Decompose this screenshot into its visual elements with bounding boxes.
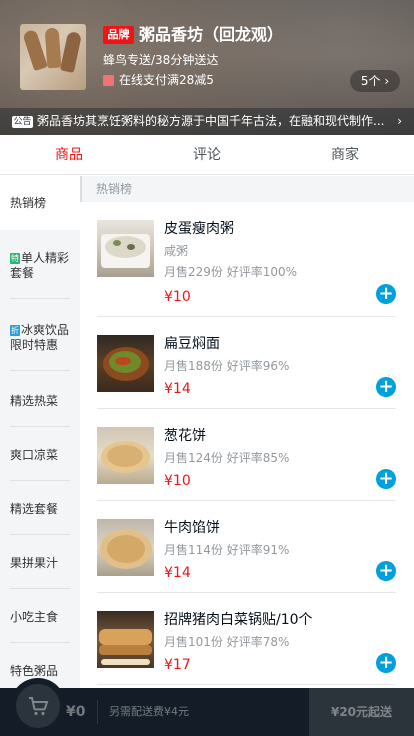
category-menu: 热销榜 特单人精彩套餐 折冰爽饮品限时特惠 精选热菜 爽口凉菜 精选套餐 果拼果…: [0, 176, 80, 697]
notice-badge: 公告: [12, 115, 33, 128]
seller-avatar: [20, 24, 86, 90]
tab-seller[interactable]: 商家: [276, 135, 414, 174]
food-item[interactable]: 招牌猪肉白菜锅贴/10个 月售101份 好评率78% ¥17 +: [97, 593, 396, 685]
food-image: [97, 335, 154, 392]
food-image: [97, 611, 154, 668]
add-to-cart-button[interactable]: +: [376, 377, 396, 397]
checkout-button[interactable]: ¥20元起送: [309, 688, 414, 736]
section-title: 热销榜: [80, 176, 414, 202]
shop-cart-bar[interactable]: ¥0 另需配送费¥4元 ¥20元起送: [0, 678, 414, 736]
add-to-cart-button[interactable]: +: [376, 284, 396, 304]
food-image: [97, 220, 154, 277]
food-name: 招牌猪肉白菜锅贴/10个: [164, 612, 313, 628]
menu-item-hot[interactable]: 热销榜: [0, 176, 80, 230]
menu-item-label: 精选套餐: [10, 484, 70, 535]
food-price: ¥17: [164, 657, 191, 673]
food-item[interactable]: 牛肉馅饼 月售114份 好评率91% ¥14 +: [97, 501, 396, 593]
delivery-info: 蜂鸟专送/38分钟送达: [103, 53, 219, 67]
menu-item-snacks[interactable]: 小吃主食: [0, 590, 80, 644]
food-price: ¥10: [164, 473, 191, 489]
food-sales: 月售124份 好评率85%: [164, 451, 290, 465]
food-image: [97, 427, 154, 484]
discount-icon: 折: [10, 325, 20, 336]
menu-item-label: 果拼果汁: [10, 538, 70, 589]
cart-total-price: ¥0: [66, 700, 99, 724]
special-icon: 特: [10, 253, 20, 264]
food-sales: 月售188份 好评率96%: [164, 359, 290, 373]
menu-item-label: 折冰爽饮品限时特惠: [10, 305, 70, 371]
menu-item-label: 特单人精彩套餐: [10, 233, 70, 299]
food-name: 皮蛋瘦肉粥: [164, 221, 234, 237]
food-item[interactable]: 皮蛋瘦肉粥 咸粥 月售229份 好评率100% ¥10 +: [97, 202, 396, 317]
store-name: 粥品香坊（回龙观）: [139, 25, 284, 44]
food-sales: 月售114份 好评率91%: [164, 543, 290, 557]
cart-icon[interactable]: [16, 684, 60, 728]
tab-ratings[interactable]: 评论: [138, 135, 276, 174]
cart-logo-wrapper[interactable]: [10, 678, 66, 734]
notice-bar[interactable]: 公告 粥品香坊其烹饪粥料的秘方源于中国千年古法，在融和现代制作... ›: [0, 108, 414, 135]
add-to-cart-button[interactable]: +: [376, 653, 396, 673]
food-price: ¥10: [164, 289, 191, 305]
tab-bar: 商品 评论 商家: [0, 135, 414, 175]
food-name: 牛肉馅饼: [164, 520, 220, 536]
food-item[interactable]: 扁豆焖面 月售188份 好评率96% ¥14 +: [97, 317, 396, 409]
menu-item-sets[interactable]: 精选套餐: [0, 482, 80, 536]
seller-header: 品牌 粥品香坊（回龙观） 蜂鸟专送/38分钟送达 在线支付满28减5 5个 › …: [0, 0, 414, 135]
food-image: [97, 519, 154, 576]
menu-item-label: 热销榜: [10, 196, 47, 210]
menu-item-label: 精选热菜: [10, 376, 70, 427]
menu-item-cold-dishes[interactable]: 爽口凉菜: [0, 428, 80, 482]
notice-text: 粥品香坊其烹饪粥料的秘方源于中国千年古法，在融和现代制作...: [37, 114, 385, 128]
menu-item-single-set[interactable]: 特单人精彩套餐: [0, 230, 80, 302]
brand-badge: 品牌: [103, 26, 134, 44]
promo-count-button[interactable]: 5个 ›: [350, 70, 400, 92]
menu-item-drinks[interactable]: 折冰爽饮品限时特惠: [0, 302, 80, 374]
add-to-cart-button[interactable]: +: [376, 561, 396, 581]
food-sales: 月售229份 好评率100%: [164, 265, 298, 279]
discount-icon: [103, 75, 114, 86]
food-sales: 月售101份 好评率78%: [164, 635, 290, 649]
delivery-fee-text: 另需配送费¥4元: [109, 705, 189, 718]
food-list: 热销榜 皮蛋瘦肉粥 咸粥 月售229份 好评率100% ¥10 + 扁豆焖面 月…: [80, 176, 414, 688]
food-name: 扁豆焖面: [164, 336, 220, 352]
food-desc: 咸粥: [164, 244, 189, 258]
food-price: ¥14: [164, 565, 191, 581]
food-price: ¥14: [164, 381, 191, 397]
promo-text: 在线支付满28减5: [119, 73, 214, 87]
food-item[interactable]: 葱花饼 月售124份 好评率85% ¥10 +: [97, 409, 396, 501]
menu-item-label: 爽口凉菜: [10, 430, 70, 481]
tab-goods[interactable]: 商品: [0, 135, 138, 174]
chevron-right-icon: ›: [397, 114, 402, 128]
menu-item-hot-dishes[interactable]: 精选热菜: [0, 374, 80, 428]
add-to-cart-button[interactable]: +: [376, 469, 396, 489]
shopping-cart-icon: [29, 697, 49, 716]
food-name: 葱花饼: [164, 428, 206, 444]
menu-item-juice[interactable]: 果拼果汁: [0, 536, 80, 590]
menu-item-label: 小吃主食: [10, 592, 70, 643]
